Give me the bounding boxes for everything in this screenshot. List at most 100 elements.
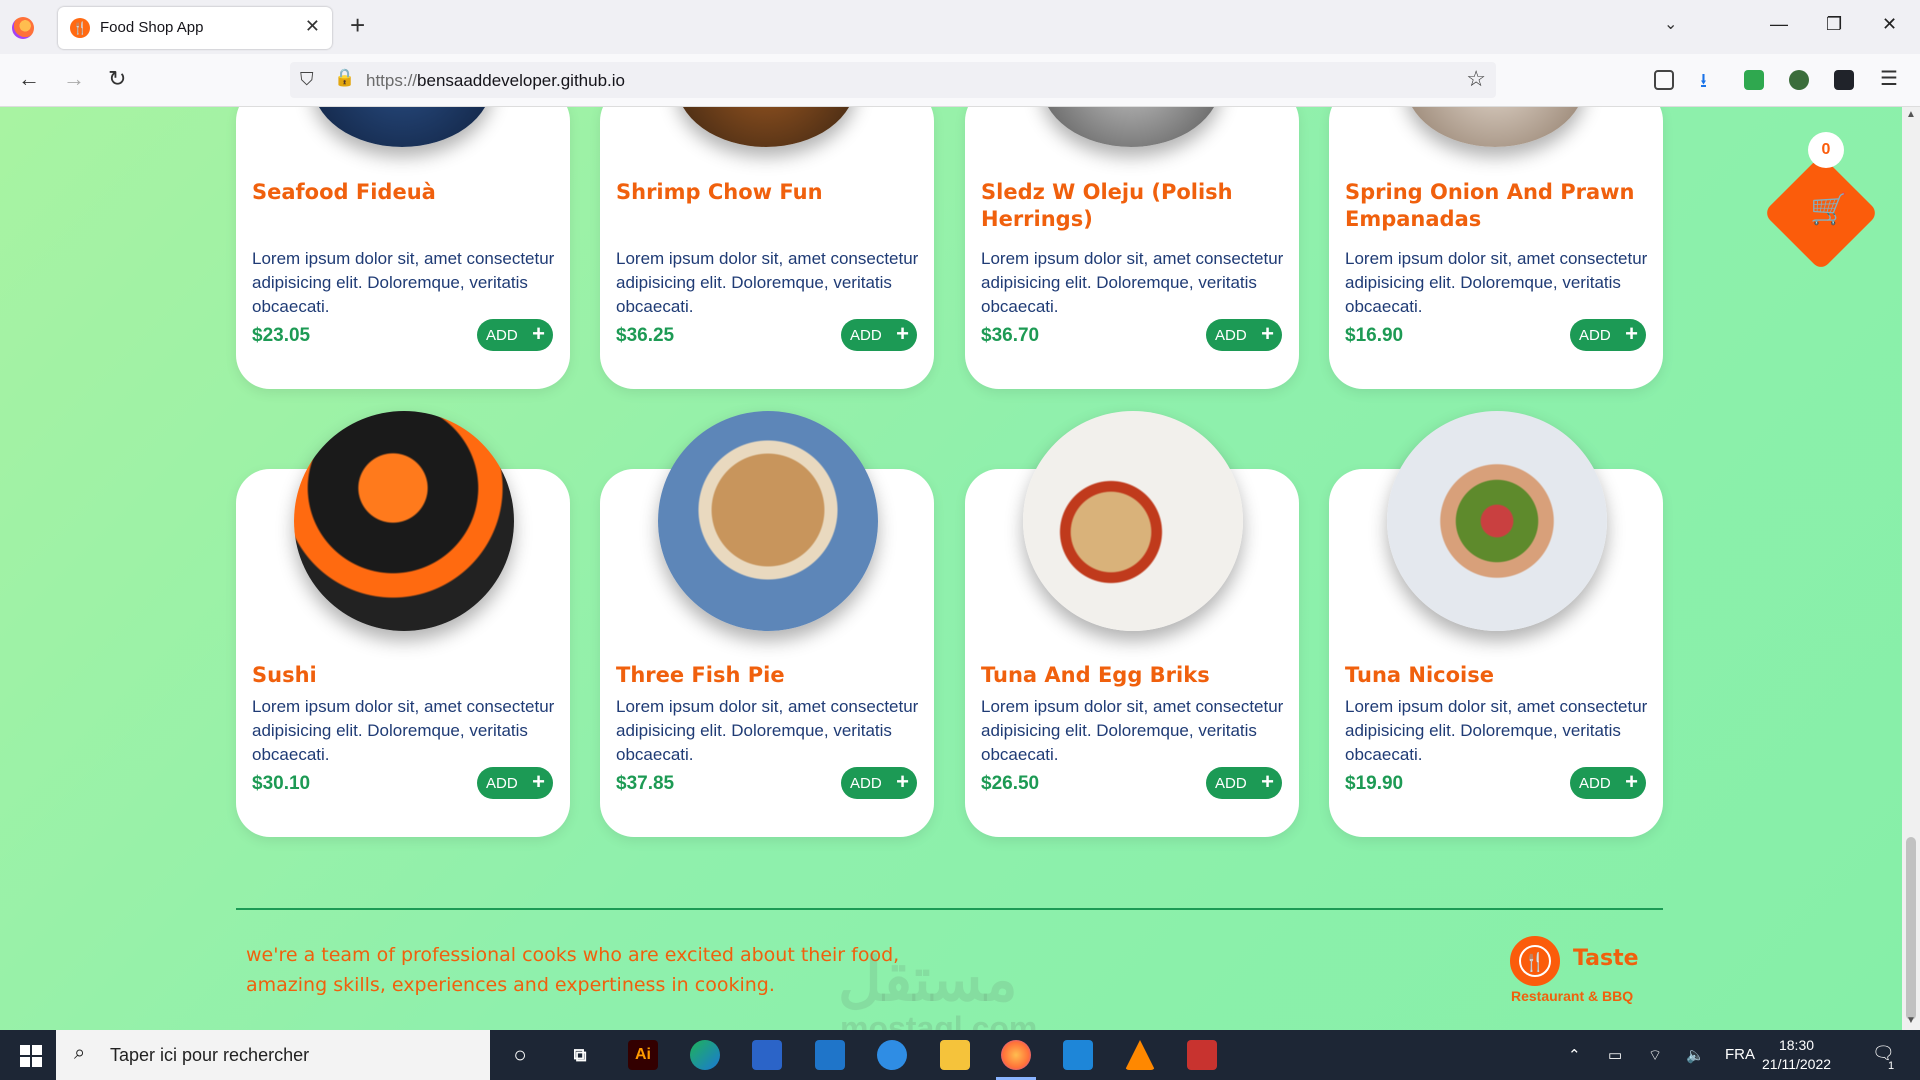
scroll-down-icon[interactable]: ▼ <box>1906 1015 1916 1026</box>
minimize-icon[interactable]: — <box>1770 14 1788 35</box>
url-text[interactable]: https://bensaaddeveloper.github.io <box>366 71 625 91</box>
food-name: Three Fish Pie <box>616 663 785 687</box>
battery-icon[interactable]: ▭ <box>1608 1046 1622 1064</box>
footer-brand: Taste <box>1573 946 1639 971</box>
browser-nav-bar: ← → ↻ ⛉ 🔒 https://bensaaddeveloper.githu… <box>0 54 1920 107</box>
add-to-cart-button[interactable]: ADD + <box>841 767 917 799</box>
plus-icon: + <box>532 321 545 346</box>
add-to-cart-button[interactable]: ADD + <box>1570 767 1646 799</box>
edge-icon[interactable] <box>690 1040 720 1070</box>
menu-card: Three Fish Pie Lorem ipsum dolor sit, am… <box>600 411 934 837</box>
add-to-cart-button[interactable]: ADD + <box>1206 767 1282 799</box>
food-price: $36.70 <box>981 325 1040 346</box>
shopping-cart-icon[interactable]: 🛒 <box>1810 192 1847 227</box>
restaurant-favicon-icon: 🍴 <box>70 18 90 38</box>
watermark-site: mostaql.com <box>840 1010 1038 1030</box>
plus-icon: + <box>1261 321 1274 346</box>
illustrator-icon[interactable]: Ai <box>628 1040 658 1070</box>
firefox-taskbar-icon[interactable] <box>1001 1040 1031 1070</box>
add-to-cart-button[interactable]: ADD + <box>1570 319 1646 351</box>
footer-brand-subtitle: Restaurant & BBQ <box>1511 988 1634 1004</box>
menu-card: Seafood Fideuà Lorem ipsum dolor sit, am… <box>236 107 570 389</box>
file-explorer-icon[interactable] <box>940 1040 970 1070</box>
menu-card: Sushi Lorem ipsum dolor sit, amet consec… <box>236 411 570 837</box>
food-name: Seafood Fideuà <box>252 180 436 204</box>
download-icon[interactable]: ⭳ <box>1700 66 1720 92</box>
food-image <box>658 411 878 631</box>
react-devtools-icon[interactable] <box>1834 70 1854 90</box>
plus-icon: + <box>1625 769 1638 794</box>
list-tabs-chevron-icon[interactable]: ⌄ <box>1664 14 1677 34</box>
food-name: Tuna Nicoise <box>1345 663 1494 687</box>
food-price: $16.90 <box>1345 325 1404 346</box>
language-indicator[interactable]: FRA <box>1725 1046 1755 1063</box>
task-view-icon[interactable]: ⧉ <box>565 1040 595 1070</box>
clock-date: 21/11/2022 <box>1762 1056 1832 1072</box>
menu-hamburger-icon[interactable]: ☰ <box>1880 66 1900 90</box>
food-description: Lorem ipsum dolor sit, amet consectetur … <box>252 697 555 764</box>
forward-arrow-icon[interactable]: → <box>63 66 85 92</box>
add-to-cart-button[interactable]: ADD + <box>1206 319 1282 351</box>
plus-icon: + <box>532 769 545 794</box>
extension-green-icon[interactable] <box>1744 70 1764 90</box>
windows-start-icon[interactable] <box>20 1045 42 1067</box>
cart-count-badge: 0 <box>1808 132 1844 168</box>
mail-icon[interactable] <box>815 1040 845 1070</box>
new-tab-icon[interactable]: + <box>350 12 365 38</box>
food-image <box>676 107 856 147</box>
tab-food-shop-app[interactable]: 🍴 Food Shop App ✕ <box>58 7 332 49</box>
add-to-cart-button[interactable]: ADD + <box>477 319 553 351</box>
add-to-cart-button[interactable]: ADD + <box>477 767 553 799</box>
scroll-thumb[interactable] <box>1906 837 1916 1020</box>
close-window-icon[interactable]: ✕ <box>1882 14 1897 35</box>
taskbar-clock[interactable]: 18:30 21/11/2022 <box>1762 1036 1831 1074</box>
firefox-dev-icon[interactable] <box>877 1040 907 1070</box>
food-image <box>1041 107 1221 147</box>
back-arrow-icon[interactable]: ← <box>18 66 40 92</box>
tray-chevron-icon[interactable]: ⌃ <box>1568 1046 1581 1064</box>
food-description: Lorem ipsum dolor sit, amet consectetur … <box>252 249 555 316</box>
pocket-icon[interactable] <box>1654 70 1674 90</box>
search-placeholder: Taper ici pour rechercher <box>110 1045 310 1065</box>
restore-icon[interactable]: ❐ <box>1826 14 1842 35</box>
add-to-cart-button[interactable]: ADD + <box>841 319 917 351</box>
store-icon[interactable] <box>752 1040 782 1070</box>
wifi-icon[interactable]: ⌔ <box>1648 1046 1662 1065</box>
reload-icon[interactable]: ↻ <box>108 66 126 92</box>
close-tab-icon[interactable]: ✕ <box>305 16 320 37</box>
food-price: $36.25 <box>616 325 675 346</box>
scroll-up-icon[interactable]: ▲ <box>1906 109 1916 120</box>
menu-card: Tuna And Egg Briks Lorem ipsum dolor sit… <box>965 411 1299 837</box>
plus-icon: + <box>1625 321 1638 346</box>
food-price: $30.10 <box>252 773 311 794</box>
lock-icon[interactable]: 🔒 <box>334 68 355 88</box>
shield-icon[interactable]: ⛉ <box>300 69 314 90</box>
plus-icon: + <box>896 769 909 794</box>
page-viewport: Seafood Fideuà Lorem ipsum dolor sit, am… <box>0 107 1902 1030</box>
food-name: Shrimp Chow Fun <box>616 180 823 204</box>
volume-icon[interactable]: 🔈 <box>1686 1046 1705 1064</box>
tab-title: Food Shop App <box>100 19 204 36</box>
taskbar-search-box[interactable]: ⌕ Taper ici pour rechercher <box>56 1030 490 1080</box>
food-price: $23.05 <box>252 325 311 346</box>
food-description: Lorem ipsum dolor sit, amet consectetur … <box>1345 697 1648 764</box>
food-name: Spring Onion And Prawn Empanadas <box>1345 180 1635 231</box>
menu-card: Tuna Nicoise Lorem ipsum dolor sit, amet… <box>1329 411 1663 837</box>
footer-divider <box>236 908 1663 910</box>
vscode-icon[interactable] <box>1063 1040 1093 1070</box>
food-price: $37.85 <box>616 773 675 794</box>
bookmark-star-icon[interactable]: ☆ <box>1466 66 1486 92</box>
extension-globe-icon[interactable] <box>1789 70 1809 90</box>
page-scrollbar[interactable]: ▲ ▼ <box>1902 107 1920 1030</box>
food-description: Lorem ipsum dolor sit, amet consectetur … <box>1345 249 1648 316</box>
food-image <box>1405 107 1585 147</box>
food-image <box>294 411 514 631</box>
snipping-tool-icon[interactable] <box>1187 1040 1217 1070</box>
food-name: Tuna And Egg Briks <box>981 663 1210 687</box>
url-bar[interactable]: ⛉ 🔒 https://bensaaddeveloper.github.io ☆ <box>290 62 1496 98</box>
vlc-icon[interactable] <box>1125 1040 1155 1070</box>
firefox-icon[interactable] <box>12 17 34 39</box>
restaurant-logo-icon[interactable]: 🍴 <box>1510 936 1560 986</box>
cortana-icon[interactable]: ○ <box>505 1040 535 1070</box>
menu-card: Shrimp Chow Fun Lorem ipsum dolor sit, a… <box>600 107 934 389</box>
